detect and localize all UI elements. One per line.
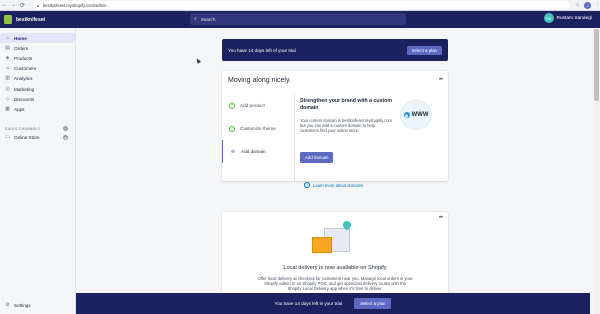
- search-icon: ⌕: [194, 16, 197, 22]
- sidebar-item-label: Apps: [14, 106, 25, 112]
- www-text: WWW: [411, 112, 429, 118]
- marketing-icon: ◎: [5, 85, 10, 92]
- question-circle-icon: ?: [304, 182, 310, 188]
- card-title: Moving along nicely.: [228, 77, 291, 84]
- sidebar-item-customers[interactable]: ☺ Customers: [0, 64, 75, 74]
- address-bar[interactable]: 🔒︎ bestknifeset.myshopify.com/admin: [32, 1, 570, 9]
- sidebar-item-label: Settings: [14, 303, 31, 309]
- bookmark-star-icon[interactable]: ☆: [576, 2, 580, 8]
- select-plan-button[interactable]: Select a plan: [406, 45, 442, 55]
- delivery-body: Offer local delivery at checkout for cus…: [257, 276, 413, 292]
- add-domain-button[interactable]: Add domain: [300, 152, 334, 163]
- admin-topbar: bestknifeset ⌕ Search RS Rustam Sandegi: [0, 11, 600, 28]
- sidebar-item-settings[interactable]: ⚙ Settings: [0, 301, 76, 311]
- divider: [294, 94, 295, 181]
- sidebar-item-label: Home: [14, 35, 27, 41]
- view-store-eye-icon[interactable]: ◉: [63, 135, 68, 141]
- sidebar-item-label: Marketing: [14, 86, 35, 92]
- sidebar-item-online-store[interactable]: ▭ Online Store ◉: [0, 133, 75, 143]
- sidebar-item-orders[interactable]: ▤ Orders: [0, 43, 75, 53]
- search-placeholder: Search: [200, 16, 216, 22]
- trial-banner: You have 14 days left of your trial Sele…: [222, 39, 448, 61]
- globe-icon: ◍: [403, 112, 410, 118]
- panel-title: Strengthen your brand with a custom doma…: [300, 98, 392, 111]
- store-switcher[interactable]: bestknifeset: [0, 15, 200, 24]
- sidebar-item-apps[interactable]: ▦ Apps: [0, 104, 75, 114]
- browser-menu-icon[interactable]: ⋮: [595, 2, 600, 8]
- delivery-illustration: [310, 219, 360, 253]
- sidebar: ⌂ Home ▤ Orders ◈ Products ☺ Customers ▥…: [0, 28, 76, 314]
- select-plan-button-bottom[interactable]: Select a plan: [354, 298, 392, 309]
- step-customize-theme[interactable]: ✓ Customize theme: [222, 117, 294, 140]
- lock-icon: 🔒︎: [36, 2, 39, 8]
- sidebar-item-label: Discounts: [14, 96, 35, 102]
- customers-icon: ☺: [4, 65, 11, 72]
- sales-channels-heading: SALES CHANNELS +: [0, 125, 75, 133]
- sidebar-item-home[interactable]: ⌂ Home: [0, 33, 75, 44]
- back-icon[interactable]: ←: [0, 1, 9, 10]
- sidebar-item-label: Products: [14, 55, 33, 61]
- setup-guide-card: Moving along nicely. ••• ✓ Add product ✓…: [222, 71, 448, 188]
- www-illustration: ◍ WWW: [400, 100, 432, 130]
- sidebar-item-label: Online Store: [14, 135, 40, 141]
- sidebar-item-label: Orders: [14, 45, 29, 51]
- learn-more-link[interactable]: ? Learn more about domains: [304, 182, 363, 188]
- learn-more-text: Learn more about domains: [313, 182, 364, 188]
- more-actions-icon[interactable]: •••: [439, 215, 443, 221]
- reload-icon[interactable]: ⟳: [18, 1, 27, 10]
- plus-circle-icon: ⊕: [230, 148, 236, 155]
- products-icon: ◈: [5, 54, 10, 61]
- shopify-logo-icon: [4, 15, 12, 24]
- search-input[interactable]: ⌕ Search: [190, 13, 406, 25]
- forward-icon[interactable]: →: [9, 1, 18, 10]
- bottom-trial-text: You have 14 days left in your trial: [274, 301, 343, 306]
- setup-steps: ✓ Add product ✓ Customize theme ⊕ Add do…: [222, 94, 294, 163]
- sidebar-item-label: Customers: [14, 66, 37, 72]
- sales-channels-label: SALES CHANNELS: [5, 126, 40, 131]
- scrollbar-thumb[interactable]: [594, 29, 599, 101]
- sidebar-item-marketing[interactable]: ◎ Marketing: [0, 84, 75, 94]
- add-channel-button[interactable]: +: [63, 126, 68, 131]
- analytics-icon: ▥: [5, 75, 10, 82]
- apps-icon: ▦: [5, 105, 10, 112]
- avatar: RS: [543, 13, 554, 23]
- panel-description: Your current domain is bestknifeset.mysh…: [300, 118, 392, 133]
- more-actions-icon[interactable]: •••: [439, 77, 443, 83]
- sidebar-item-products[interactable]: ◈ Products: [0, 53, 75, 63]
- step-add-product[interactable]: ✓ Add product: [222, 94, 294, 117]
- sidebar-item-discounts[interactable]: ◇ Discounts: [0, 94, 75, 104]
- bottom-trial-banner: You have 14 days left in your trial Sele…: [76, 293, 590, 314]
- user-name: Rustam Sandegi: [556, 15, 592, 21]
- online-store-icon: ▭: [5, 134, 10, 141]
- sidebar-item-analytics[interactable]: ▥ Analytics: [0, 74, 75, 84]
- store-name: bestknifeset: [16, 16, 46, 23]
- package-graphic: [312, 237, 332, 253]
- gear-icon: ⚙: [5, 302, 10, 309]
- discounts-icon: ◇: [5, 95, 10, 102]
- step-add-domain[interactable]: ⊕ Add domain: [222, 140, 294, 163]
- step-label: Add product: [240, 103, 265, 108]
- browser-toolbar: ← → ⟳ 🔒︎ bestknifeset.myshopify.com/admi…: [0, 0, 600, 11]
- trial-text: You have 14 days left of your trial: [228, 47, 296, 53]
- step-label: Add domain: [241, 149, 266, 154]
- url-text: bestknifeset.myshopify.com/admin: [42, 2, 107, 8]
- browser-profile-avatar[interactable]: J: [583, 1, 591, 9]
- delivery-headline: Local delivery is now available on Shopi…: [283, 265, 387, 271]
- user-menu[interactable]: RS Rustam Sandegi: [543, 13, 592, 23]
- check-circle-icon: ✓: [229, 125, 235, 132]
- check-circle-icon: ✓: [229, 102, 235, 109]
- step-label: Customize theme: [240, 126, 276, 131]
- mouse-cursor-icon: [195, 57, 201, 64]
- home-icon: ⌂: [5, 34, 10, 41]
- sidebar-item-label: Analytics: [14, 76, 33, 82]
- orders-icon: ▤: [5, 44, 10, 51]
